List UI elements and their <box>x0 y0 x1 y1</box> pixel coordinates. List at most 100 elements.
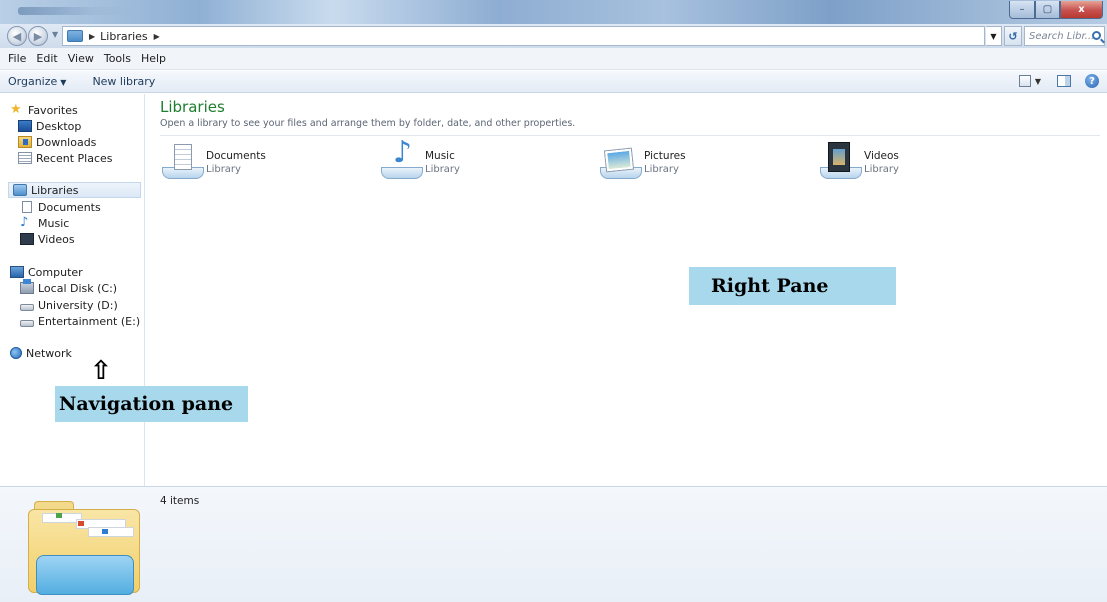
nav-computer-label: Computer <box>28 265 83 279</box>
forward-arrow-icon: ▶ <box>33 29 43 43</box>
search-icon[interactable] <box>1092 31 1101 40</box>
refresh-button[interactable]: ↺ <box>1004 26 1022 46</box>
star-icon: ★ <box>10 102 22 117</box>
nav-entertainment-label: Entertainment (E:) <box>38 314 141 328</box>
desktop-icon <box>18 120 32 132</box>
local-disk-icon <box>20 279 34 294</box>
libraries-folder-large-icon <box>28 499 142 595</box>
right-pane-callout: Right Pane <box>689 267 896 305</box>
music-library-icon: ♪ <box>379 136 425 182</box>
nav-recent-places[interactable]: Recent Places <box>18 150 113 166</box>
nav-videos[interactable]: Videos <box>20 231 75 247</box>
menu-edit[interactable]: Edit <box>36 50 57 67</box>
page-title: Libraries <box>160 98 225 116</box>
organize-label: Organize <box>8 75 58 88</box>
nav-computer[interactable]: Computer <box>10 264 83 280</box>
window-title-blurred <box>18 7 138 15</box>
videos-library-icon <box>818 142 864 182</box>
right-pane: Libraries Open a library to see your fil… <box>146 94 1107 486</box>
menu-help[interactable]: Help <box>141 50 166 67</box>
organize-button[interactable]: Organize ▼ <box>8 75 66 88</box>
nav-documents[interactable]: Documents <box>20 199 101 215</box>
library-kind: Library <box>425 164 460 175</box>
nav-favorites-label: Favorites <box>28 103 78 117</box>
address-bar[interactable]: ▶ Libraries ▶ <box>62 26 985 46</box>
refresh-icon: ↺ <box>1008 29 1018 43</box>
address-dropdown-button[interactable]: ▼ <box>986 26 1002 46</box>
menu-bar: File Edit View Tools Help <box>0 48 1107 70</box>
downloads-icon <box>18 136 32 148</box>
nav-local-disk-c[interactable]: Local Disk (C:) <box>20 279 117 296</box>
library-item-videos[interactable]: Videos Library <box>818 142 1018 186</box>
minimize-button[interactable]: – <box>1009 1 1035 19</box>
search-input[interactable]: Search Libr... <box>1024 26 1105 46</box>
document-icon <box>22 201 32 213</box>
nav-recent-places-label: Recent Places <box>36 151 113 165</box>
chevron-down-icon: ▼ <box>990 31 997 41</box>
maximize-button[interactable]: ▢ <box>1035 1 1060 19</box>
nav-videos-label: Videos <box>38 232 75 246</box>
nav-documents-label: Documents <box>38 200 101 214</box>
forward-button[interactable]: ▶ <box>28 26 48 46</box>
menu-file[interactable]: File <box>8 50 26 67</box>
nav-network-label: Network <box>26 346 72 360</box>
library-kind: Library <box>644 164 679 175</box>
nav-favorites[interactable]: ★ Favorites <box>10 102 78 118</box>
library-item-pictures[interactable]: Pictures Library <box>598 142 798 186</box>
close-button[interactable]: x <box>1060 1 1103 19</box>
title-bar: – ▢ x <box>0 0 1107 24</box>
documents-library-icon <box>160 142 206 182</box>
nav-desktop-label: Desktop <box>36 119 82 133</box>
library-kind: Library <box>864 164 899 175</box>
address-row: ◀ ▶ ▼ ▶ Libraries ▶ ▼ ↺ Search Libr... <box>0 24 1107 48</box>
nav-libraries[interactable]: Libraries <box>8 182 141 198</box>
nav-music[interactable]: ♪ Music <box>20 215 69 231</box>
window-controls: – ▢ x <box>1009 1 1103 19</box>
libraries-folder-icon <box>67 30 83 42</box>
music-note-icon: ♪ <box>20 215 29 230</box>
new-library-button[interactable]: New library <box>92 75 155 88</box>
network-icon <box>10 347 22 359</box>
item-count: 4 items <box>160 495 200 507</box>
recent-pages-dropdown[interactable]: ▼ <box>52 30 58 39</box>
nav-network[interactable]: Network <box>10 345 72 361</box>
header-divider <box>160 135 1100 136</box>
library-name: Music <box>425 150 455 162</box>
navigation-pane-callout: Navigation pane <box>55 386 248 422</box>
back-arrow-icon: ◀ <box>12 29 22 43</box>
nav-music-label: Music <box>38 216 70 230</box>
nav-libraries-label: Libraries <box>31 183 79 197</box>
nav-entertainment-e[interactable]: Entertainment (E:) <box>20 313 140 329</box>
nav-university-d[interactable]: University (D:) <box>20 297 118 313</box>
up-arrow-annotation-icon: ⇧ <box>90 356 112 386</box>
menu-view[interactable]: View <box>68 50 94 67</box>
video-icon <box>20 233 34 245</box>
search-placeholder: Search Libr... <box>1029 30 1095 42</box>
chevron-down-icon: ▼ <box>60 78 67 87</box>
drive-icon <box>20 303 34 311</box>
command-bar: Organize ▼ New library ▼ ? <box>0 71 1107 93</box>
library-item-music[interactable]: ♪ Music Library <box>379 136 579 186</box>
breadcrumb-chevron-icon[interactable]: ▶ <box>154 32 160 41</box>
library-name: Documents <box>206 150 266 162</box>
back-button[interactable]: ◀ <box>7 26 27 46</box>
help-icon[interactable]: ? <box>1085 74 1099 88</box>
computer-icon <box>10 266 24 278</box>
nav-desktop[interactable]: Desktop <box>18 118 81 134</box>
library-name: Videos <box>864 150 899 162</box>
library-name: Pictures <box>644 150 686 162</box>
nav-downloads[interactable]: Downloads <box>18 134 96 150</box>
details-pane: 4 items <box>0 486 1107 602</box>
breadcrumb-separator-icon[interactable]: ▶ <box>89 32 95 41</box>
menu-tools[interactable]: Tools <box>104 50 131 67</box>
view-options-dropdown[interactable]: ▼ <box>1035 77 1041 86</box>
change-view-icon[interactable] <box>1018 75 1031 87</box>
preview-pane-icon[interactable] <box>1057 75 1071 87</box>
breadcrumb-libraries[interactable]: Libraries <box>100 30 148 43</box>
library-kind: Library <box>206 164 241 175</box>
library-item-documents[interactable]: Documents Library <box>160 142 360 186</box>
libraries-icon <box>13 184 27 196</box>
recent-places-icon <box>18 152 32 164</box>
page-subtitle: Open a library to see your files and arr… <box>160 118 576 129</box>
nav-university-label: University (D:) <box>38 298 118 312</box>
